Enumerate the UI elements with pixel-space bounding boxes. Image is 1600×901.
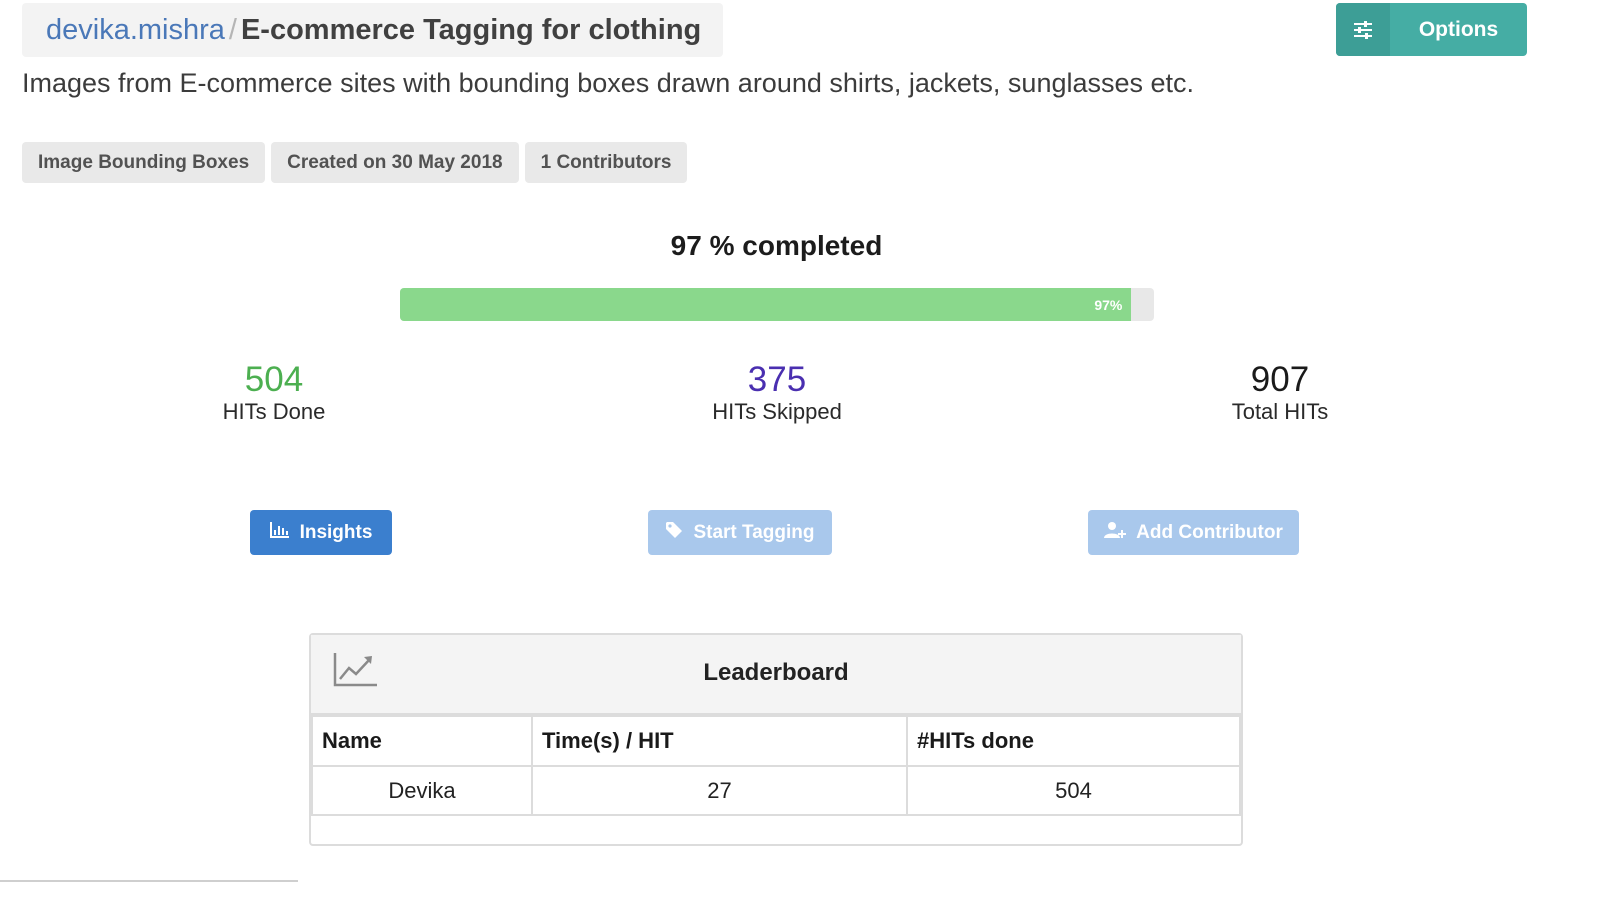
- stat-hits-skipped-value: 375: [747, 360, 807, 399]
- leaderboard-header: Leaderboard: [311, 635, 1241, 715]
- stat-hits-skipped-label: HITs Skipped: [712, 399, 842, 424]
- table-row: Devika 27 504: [311, 765, 1241, 816]
- stat-hits-done-value: 504: [244, 360, 304, 399]
- insights-button[interactable]: Insights: [250, 510, 392, 555]
- options-label: Options: [1418, 17, 1499, 41]
- cell-time-per-hit: 27: [531, 765, 908, 816]
- stat-hits-done-label: HITs Done: [222, 399, 326, 424]
- start-tagging-button[interactable]: Start Tagging: [648, 510, 832, 555]
- column-header-time-per-hit: Time(s) / HIT: [531, 715, 908, 767]
- breadcrumb: devika.mishra / E-commerce Tagging for c…: [22, 3, 724, 57]
- leaderboard-title: Leaderboard: [703, 659, 849, 686]
- leaderboard-table: Name Time(s) / HIT #HITs done Devika 27 …: [311, 715, 1241, 816]
- project-tags: Image Bounding Boxes Created on 30 May 2…: [22, 142, 688, 183]
- progress-title: 97 % completed: [670, 230, 883, 261]
- add-contributor-button[interactable]: Add Contributor: [1088, 510, 1299, 555]
- tag-icon: [665, 521, 683, 545]
- tag-task-type: Image Bounding Boxes: [22, 142, 266, 183]
- column-header-hits-done: #HITs done: [906, 715, 1241, 767]
- table-header-row: Name Time(s) / HIT #HITs done: [311, 715, 1241, 767]
- leaderboard-footer: [311, 816, 1241, 847]
- stat-hits-done: 504 HITs Done: [154, 360, 394, 424]
- add-user-icon: [1104, 521, 1127, 545]
- cell-hits-done: 504: [906, 765, 1241, 816]
- sliders-icon: [1336, 3, 1390, 56]
- start-tagging-label: Start Tagging: [693, 521, 815, 543]
- cell-name: Devika: [311, 765, 533, 816]
- breadcrumb-separator: /: [228, 13, 237, 46]
- column-header-name: Name: [311, 715, 533, 767]
- stat-total-hits-value: 907: [1250, 360, 1310, 399]
- progress-bar-label: 97%: [1094, 296, 1123, 313]
- divider: [0, 880, 298, 882]
- stat-hits-skipped: 375 HITs Skipped: [657, 360, 897, 424]
- stat-total-hits-label: Total HITs: [1231, 399, 1329, 424]
- progress-bar-fill: 97%: [400, 288, 1132, 321]
- insights-label: Insights: [299, 521, 373, 543]
- leaderboard-panel: Leaderboard Name Time(s) / HIT #HITs don…: [309, 633, 1243, 846]
- project-description: Images from E-commerce sites with boundi…: [22, 68, 1195, 98]
- add-contributor-label: Add Contributor: [1136, 521, 1283, 543]
- progress-bar: 97%: [400, 288, 1154, 321]
- tag-created-date: Created on 30 May 2018: [271, 142, 519, 183]
- options-button[interactable]: Options: [1336, 3, 1527, 56]
- bar-chart-icon: [269, 521, 290, 544]
- project-title: E-commerce Tagging for clothing: [240, 13, 702, 46]
- stat-total-hits: 907 Total HITs: [1160, 360, 1400, 424]
- breadcrumb-user-link[interactable]: devika.mishra: [46, 14, 225, 47]
- tag-contributors: 1 Contributors: [524, 142, 688, 183]
